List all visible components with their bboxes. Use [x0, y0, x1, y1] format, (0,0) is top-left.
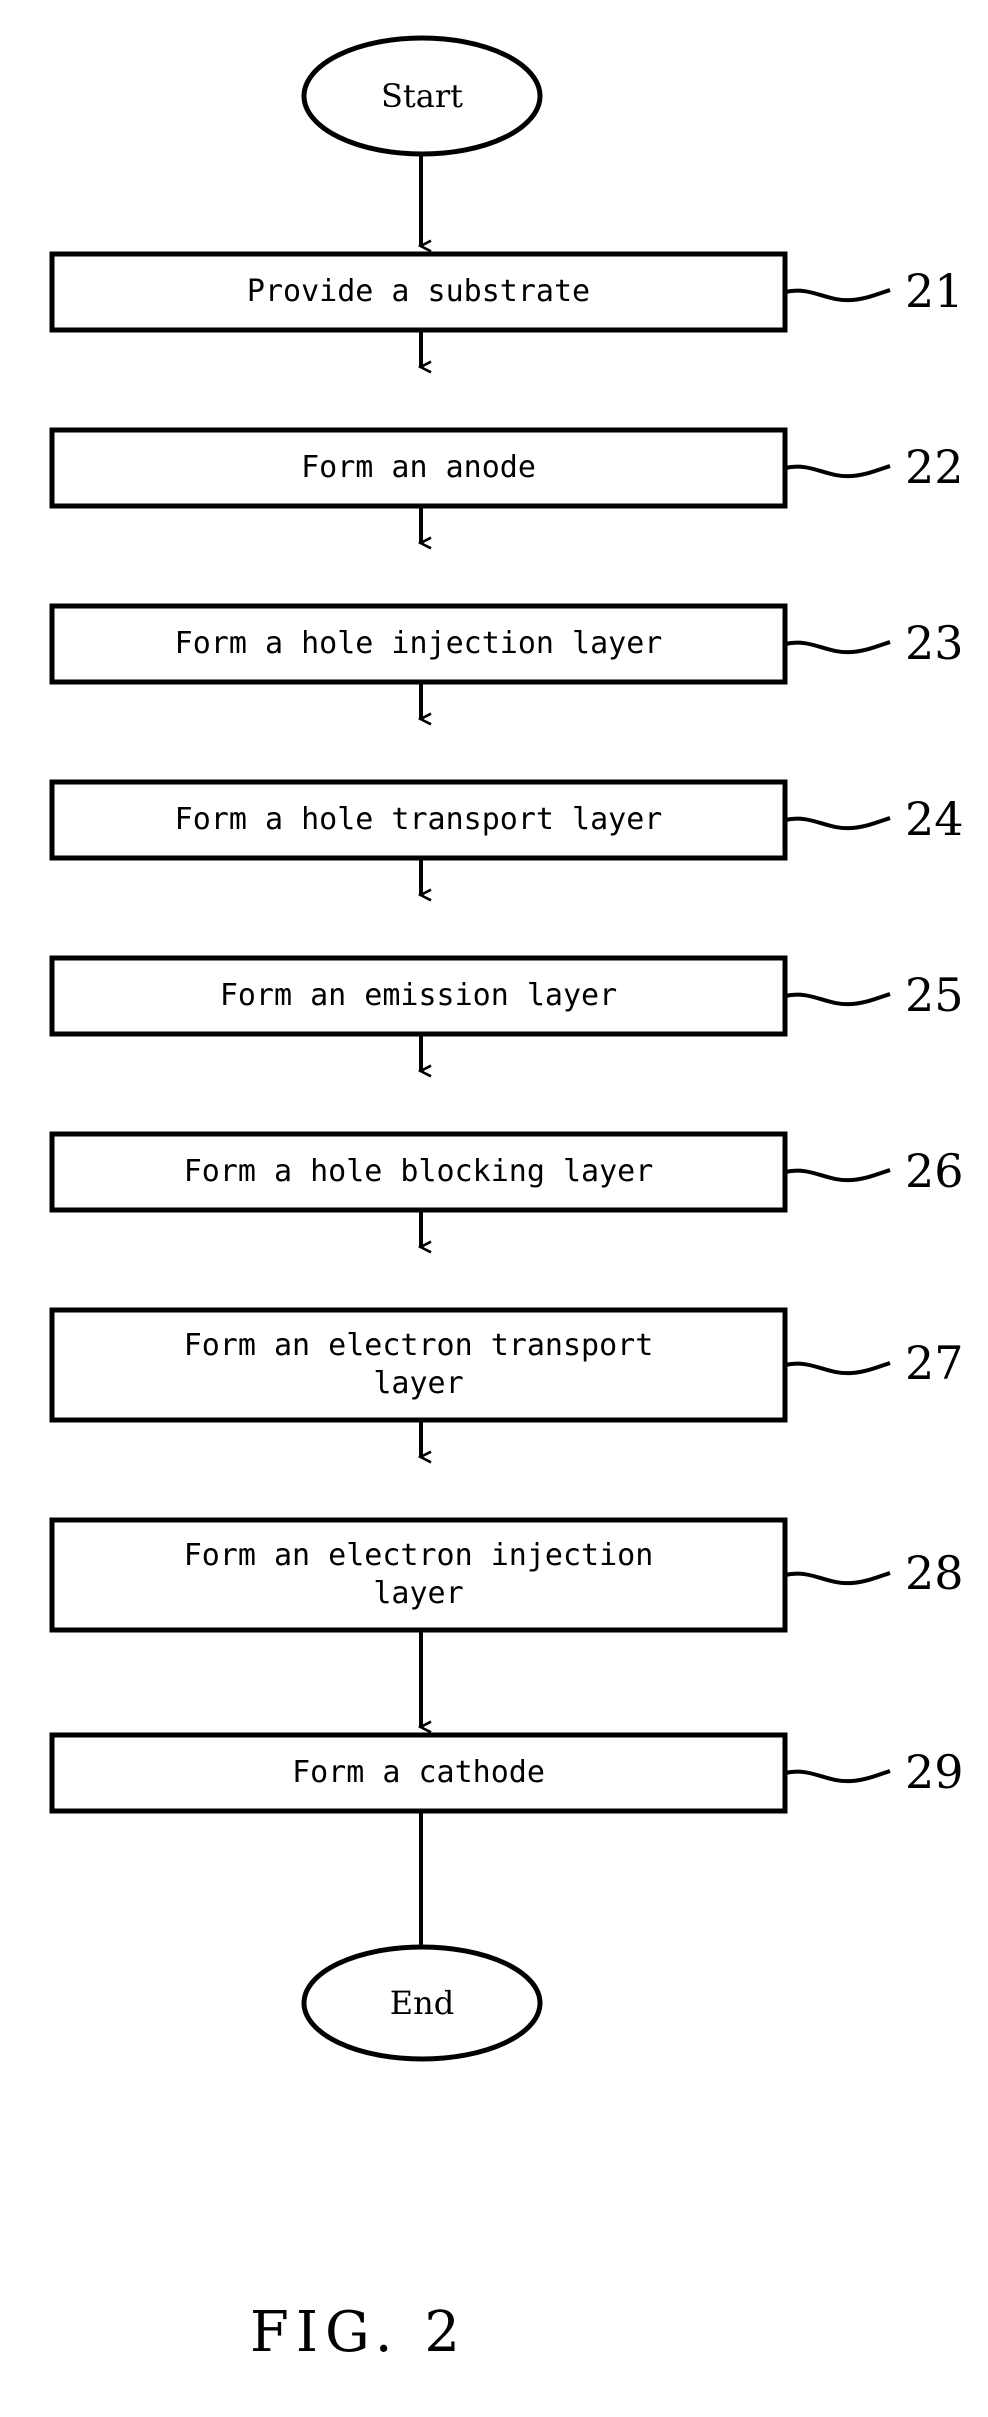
process-box-24 [49, 779, 788, 861]
reference-number-28: 28 [905, 1546, 964, 1600]
terminal-start-label: Start [380, 77, 463, 115]
leader-line-27 [784, 1361, 891, 1376]
leader-line-22 [784, 464, 891, 479]
leader-line-28 [784, 1571, 891, 1586]
reference-number-21: 21 [905, 264, 964, 318]
reference-number-23: 23 [905, 616, 964, 670]
flowchart-canvas [49, 35, 891, 2062]
leader-line-25 [784, 992, 891, 1007]
leader-line-29 [784, 1769, 891, 1784]
reference-number-24: 24 [905, 792, 964, 846]
leader-line-21 [784, 288, 891, 303]
reference-number-29: 29 [905, 1745, 964, 1799]
process-box-21 [49, 251, 788, 333]
leader-line-24 [784, 816, 891, 831]
reference-number-27: 27 [905, 1336, 964, 1390]
figure-caption: FIG. 2 [250, 2300, 467, 2365]
process-box-25 [49, 955, 788, 1037]
reference-number-22: 22 [905, 440, 964, 494]
figure-2-flowchart: Start Provide a substrate 21 Form an ano… [0, 0, 988, 2417]
process-box-22 [49, 427, 788, 509]
process-box-23 [49, 603, 788, 685]
reference-number-26: 26 [905, 1144, 964, 1198]
process-box-26 [49, 1131, 788, 1213]
leader-line-26 [784, 1168, 891, 1183]
process-box-27 [49, 1307, 788, 1423]
process-box-28 [49, 1517, 788, 1633]
terminal-end-label: End [389, 1984, 455, 2022]
process-box-29 [49, 1732, 788, 1814]
reference-number-25: 25 [905, 968, 964, 1022]
leader-line-23 [784, 640, 891, 655]
